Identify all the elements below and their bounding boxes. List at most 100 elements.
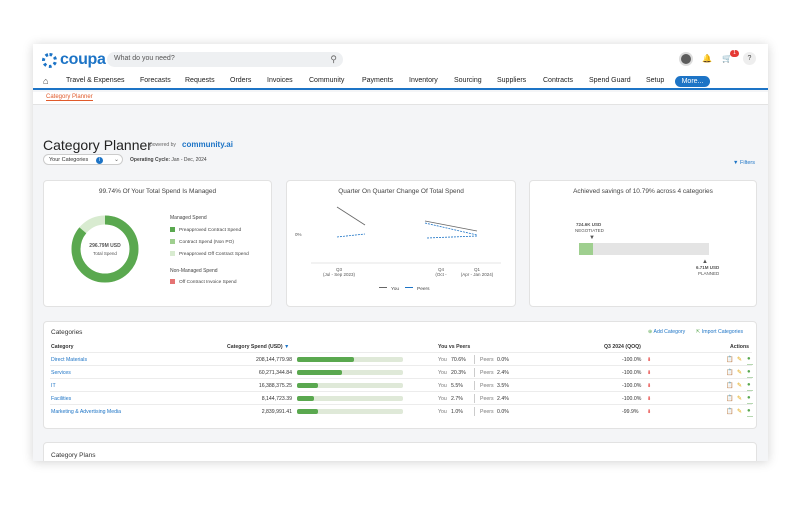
peers-value: 2.4% [497,370,509,376]
savings-bar-fill [579,243,594,255]
nav-more-button[interactable]: More... [675,76,710,87]
qoq-card: Quarter On Quarter Change Of Total Spend… [286,180,516,307]
header-category[interactable]: Category [51,344,74,350]
nav-item-suppliers[interactable]: Suppliers [497,77,526,84]
edit-pencil-icon[interactable]: ✎ [737,369,742,376]
nav-item-setup[interactable]: Setup [646,77,664,84]
savings-title: Achieved savings of 10.79% across 4 cate… [573,188,713,195]
clipboard-icon[interactable]: 📋 [726,408,733,415]
category-spend-value: 2,839,991.41 [261,409,292,415]
peers-value: 0.0% [497,357,509,363]
qoq-value: -100.0% [622,396,642,402]
managed-spend-card: 99.74% Of Your Total Spend Is Managed 29… [43,180,272,307]
coupa-logo[interactable]: coupa [42,51,106,69]
savings-bar-track [579,243,709,255]
top-bar: coupa What do you need? ⚲ 🔔 🛒 1 ? [33,44,768,74]
category-name-link[interactable]: Facilities [51,396,71,402]
main-nav: ⌂ Travel & Expenses Forecasts Requests O… [33,74,768,90]
category-name-link[interactable]: Services [51,370,71,376]
filters-label: Filters [739,160,755,166]
toggle-icon[interactable]: ●— [747,408,753,420]
operating-cycle-value: Jan - Dec, 2024 [171,157,207,163]
category-plans-title: Category Plans [51,452,96,459]
spend-bar-track [297,370,403,375]
category-plans-card: Category Plans [43,442,757,461]
savings-card: Achieved savings of 10.79% across 4 cate… [529,180,757,307]
community-ai-brand: community.ai [182,140,233,149]
avatar[interactable] [679,52,693,66]
you-label: You [438,383,447,389]
legend-off-contract-invoice: Off Contract Invoice Spend [170,279,237,285]
import-categories-button[interactable]: ⇱ Import Categories [696,329,743,335]
clipboard-icon[interactable]: 📋 [726,369,733,376]
spend-bar-track [297,383,403,388]
header-actions: Actions [730,344,750,350]
category-name-link[interactable]: Marketing & Advertising Media [51,409,121,415]
nav-item-travel-expenses[interactable]: Travel & Expenses [66,77,125,84]
negotiated-value: 724.6K USD [576,222,602,227]
edit-pencil-icon[interactable]: ✎ [737,382,742,389]
down-arrow-icon: ⬇ [647,396,652,402]
your-categories-select[interactable]: Your Categories i ⌄ [43,154,123,165]
peers-label: Peers [480,396,494,402]
coupa-logo-icon [42,52,57,68]
app-window: coupa What do you need? ⚲ 🔔 🛒 1 ? ⌂ Trav… [33,44,768,461]
chevron-down-icon: ⌄ [113,157,119,163]
spend-bar-fill [297,383,319,388]
down-arrow-icon: ⬇ [647,370,652,376]
clipboard-icon[interactable]: 📋 [726,356,733,363]
you-label: You [438,409,447,415]
info-icon[interactable]: i [96,156,103,164]
breadcrumb-category-planner[interactable]: Category Planner [46,94,93,101]
help-button[interactable]: ? [743,52,756,65]
filters-button[interactable]: ▼ Filters [733,160,755,166]
down-arrow-icon: ⬇ [647,357,652,363]
clipboard-icon[interactable]: 📋 [726,395,733,402]
peer-divider [474,407,475,416]
category-name-link[interactable]: Direct Materials [51,357,87,363]
spend-bar-fill [297,357,355,362]
nav-item-inventory[interactable]: Inventory [409,77,438,84]
you-value: 2.7% [451,396,463,402]
nav-item-sourcing[interactable]: Sourcing [454,77,482,84]
qoq-value: -100.0% [622,370,642,376]
edit-pencil-icon[interactable]: ✎ [737,395,742,402]
spend-bar-fill [297,409,319,414]
nav-item-forecasts[interactable]: Forecasts [140,77,171,84]
home-icon[interactable]: ⌂ [43,76,48,86]
negotiated-marker-icon: ▼ [589,235,595,241]
search-input[interactable]: What do you need? ⚲ [107,52,343,67]
page-title: Category Planner [43,137,152,153]
spend-bar-track [297,357,403,362]
add-category-button[interactable]: ⊕ Add Category [648,329,685,335]
nav-item-invoices[interactable]: Invoices [267,77,293,84]
qoq-value: -100.0% [622,383,642,389]
nav-item-contracts[interactable]: Contracts [543,77,573,84]
search-icon[interactable]: ⚲ [330,54,337,65]
cart-badge: 1 [730,50,739,57]
powered-by-label: powered by [150,142,176,148]
nav-item-community[interactable]: Community [309,77,344,84]
header-category-spend[interactable]: Category Spend (USD) ▼ [227,344,289,350]
table-row: Marketing & Advertising Media 2,839,991.4… [50,404,753,420]
peers-value: 3.5% [497,383,509,389]
spend-bar-track [297,396,403,401]
peer-divider [474,381,475,390]
you-value: 20.3% [451,370,466,376]
you-label: You [438,357,447,363]
edit-pencil-icon[interactable]: ✎ [737,408,742,415]
category-name-link[interactable]: IT [51,383,56,389]
qoq-y-label: 0% [295,232,302,237]
nav-item-orders[interactable]: Orders [230,77,251,84]
clipboard-icon[interactable]: 📋 [726,382,733,389]
legend-you: You [379,287,399,292]
down-arrow-icon: ⬇ [647,383,652,389]
categories-card: Categories ⊕ Add Category ⇱ Import Categ… [43,321,757,429]
operating-cycle-label: Operating Cycle: [130,157,171,163]
edit-pencil-icon[interactable]: ✎ [737,356,742,363]
nav-item-requests[interactable]: Requests [185,77,215,84]
nav-item-payments[interactable]: Payments [362,77,393,84]
bell-icon[interactable]: 🔔 [701,53,713,65]
category-spend-value: 8,144,723.39 [261,396,292,402]
nav-item-spend-guard[interactable]: Spend Guard [589,77,631,84]
